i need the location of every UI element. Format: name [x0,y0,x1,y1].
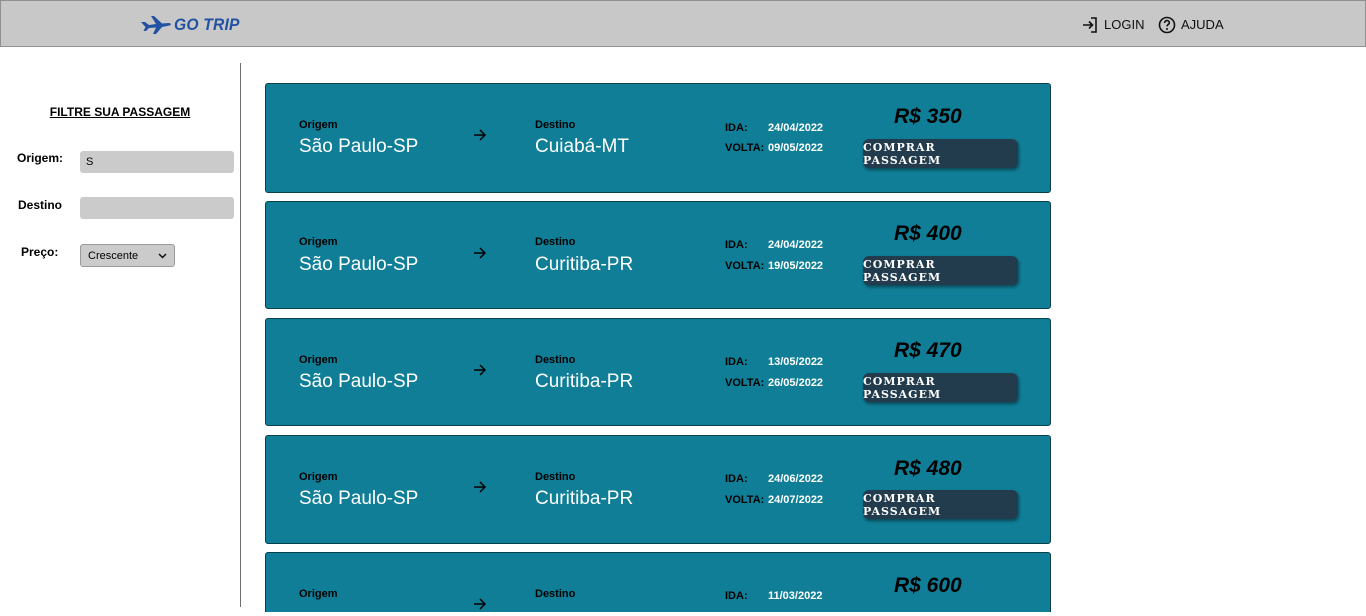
departure-date: 24/06/2022 [768,473,824,485]
origin-caption: Origem [299,471,338,483]
origin-caption: Origem [299,236,338,248]
departure-date: 24/04/2022 [768,122,824,134]
origin-city: São Paulo-SP [299,254,419,275]
ticket-card-partial: Origem Destino IDA: 11/03/2022 R$ 600 [265,552,1051,612]
ticket-card: Origem São Paulo-SP Destino Cuiabá-MT ID… [265,83,1051,193]
return-label: VOLTA: [725,377,765,389]
buy-ticket-button[interactable]: COMPRAR PASSAGEM [863,139,1018,168]
departure-label: IDA: [725,590,748,602]
help-label: AJUDA [1181,17,1224,32]
return-date: 26/05/2022 [768,377,824,389]
departure-date: 24/04/2022 [768,239,824,251]
arrow-right-icon [473,363,487,382]
origin-input[interactable] [80,151,234,173]
ticket-price: R$ 350 [894,105,962,128]
ticket-price: R$ 600 [894,574,962,597]
question-circle-icon [1158,16,1176,33]
arrow-right-icon [473,480,487,499]
filter-title: FILTRE SUA PASSAGEM [49,105,191,119]
login-arrow-icon [1083,16,1097,33]
destination-caption: Destino [535,354,576,366]
return-label: VOLTA: [725,494,765,506]
price-order-select[interactable]: Crescente [80,244,175,267]
return-label: VOLTA: [725,142,765,154]
ticket-card: Origem São Paulo-SP Destino Curitiba-PR … [265,201,1051,309]
departure-label: IDA: [725,473,748,485]
price-order-value: Crescente [88,249,139,262]
origin-city: São Paulo-SP [299,371,419,392]
destination-city: Curitiba-PR [535,371,634,392]
logo[interactable]: GO TRIP [140,12,245,38]
origin-caption: Origem [299,354,338,366]
ticket-price: R$ 400 [894,222,962,245]
destination-city: Curitiba-PR [535,488,634,509]
departure-label: IDA: [725,239,748,251]
origin-caption: Origem [299,119,338,131]
destination-input[interactable] [80,197,234,219]
ticket-card: Origem São Paulo-SP Destino Curitiba-PR … [265,435,1051,544]
ticket-price: R$ 470 [894,339,962,362]
logo-text: GO TRIP [174,15,240,34]
departure-label: IDA: [725,356,748,368]
departure-label: IDA: [725,122,748,134]
login-label: LOGIN [1104,17,1145,32]
destination-city: Cuiabá-MT [535,136,629,157]
destination-city: Curitiba-PR [535,254,634,275]
buy-ticket-button[interactable]: COMPRAR PASSAGEM [863,490,1018,519]
chevron-down-icon [158,251,167,261]
return-label: VOLTA: [725,260,765,272]
origin-label: Origem: [17,151,64,165]
top-navbar: GO TRIP LOGIN AJUDA [0,0,1366,47]
return-date: 19/05/2022 [768,260,824,272]
destination-caption: Destino [535,471,576,483]
buy-ticket-button[interactable]: COMPRAR PASSAGEM [863,373,1018,402]
destination-caption: Destino [535,588,576,600]
filter-sidebar: FILTRE SUA PASSAGEM Origem: Destino Preç… [0,47,241,607]
price-label: Preço: [21,245,59,259]
departure-date: 11/03/2022 [768,590,823,602]
ticket-card: Origem São Paulo-SP Destino Curitiba-PR … [265,318,1051,426]
origin-city: São Paulo-SP [299,488,419,509]
arrow-right-icon [473,246,487,265]
destination-label: Destino [18,198,63,212]
airplane-icon [141,16,171,34]
destination-caption: Destino [535,236,576,248]
help-link[interactable]: AJUDA [1158,1,1224,48]
ticket-price: R$ 480 [894,457,962,480]
return-date: 09/05/2022 [768,142,824,154]
departure-date: 13/05/2022 [768,356,824,368]
origin-caption: Origem [299,588,338,600]
arrow-right-icon [473,128,487,147]
buy-ticket-button[interactable]: COMPRAR PASSAGEM [863,256,1018,285]
login-link[interactable]: LOGIN [1081,1,1144,48]
return-date: 24/07/2022 [768,494,824,506]
origin-city: São Paulo-SP [299,136,419,157]
destination-caption: Destino [535,119,576,131]
